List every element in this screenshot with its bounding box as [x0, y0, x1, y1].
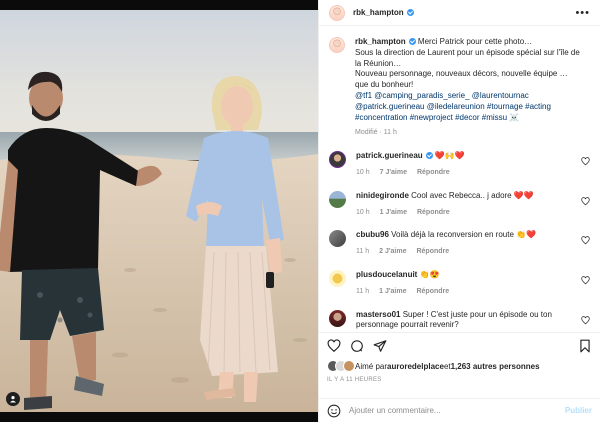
bookmark-icon[interactable] — [578, 339, 592, 353]
caption-meta: Modifié · 11 h — [355, 129, 397, 137]
post-details-panel: rbk_hampton ••• rbk_hampton Merci Patric… — [318, 0, 600, 422]
comment-text: Cool avec Rebecca.. j adore ❤️❤️ — [411, 190, 534, 200]
beach-photo-illustration — [0, 10, 318, 412]
comment-heart-icon[interactable] — [581, 315, 590, 325]
caption-username[interactable]: rbk_hampton — [355, 37, 406, 46]
comment-heart-icon[interactable] — [581, 157, 590, 166]
commenter-avatar[interactable] — [329, 269, 346, 287]
comment-row: masterso01 Super ! C'est juste pour un é… — [329, 309, 590, 332]
comment-heart-icon[interactable] — [581, 197, 590, 206]
commenter-avatar[interactable] — [329, 151, 346, 169]
comment-bubble-icon[interactable] — [350, 339, 364, 353]
comment-text: ❤️🙌❤️ — [434, 151, 465, 161]
likes-and: et — [443, 361, 451, 371]
owner-avatar[interactable] — [329, 4, 345, 21]
comments-feed[interactable]: rbk_hampton Merci Patrick pour cette pho… — [319, 27, 600, 332]
comment-username[interactable]: plusdoucelanuit — [356, 270, 417, 279]
reply-button[interactable]: Répondre — [416, 248, 449, 255]
reply-button[interactable]: Répondre — [417, 209, 450, 216]
comment-text: 👏😍 — [419, 269, 440, 279]
likes-summary: Aimé par auroredelplace et 1,263 autres … — [327, 360, 592, 372]
action-bar — [319, 332, 600, 358]
post-time-ago[interactable]: IL Y A 11 HEURES — [327, 377, 382, 383]
caption-mentions-hashtags[interactable]: @tf1 @camping_paradis_serie_ @laurentour… — [355, 91, 551, 122]
likes-count[interactable]: 1,263 autres personnes — [451, 362, 540, 371]
publish-button[interactable]: Publier — [565, 406, 592, 415]
comment-row: plusdoucelanuit 👏😍 11 h 1 J'aime Répondre — [329, 269, 590, 298]
verified-badge-icon — [408, 38, 416, 45]
post-caption: rbk_hampton Merci Patrick pour cette pho… — [329, 37, 590, 139]
caption-line: Sous la direction de Laurent pour un épi… — [355, 47, 580, 68]
comment-composer: Publier — [319, 398, 600, 422]
likes-prefix: Aimé par — [355, 361, 388, 371]
comment-row: cbubu96 Voilà déjà la reconversion en ro… — [329, 230, 590, 258]
comment-heart-icon[interactable] — [581, 236, 590, 245]
comment-username[interactable]: cbubu96 — [356, 230, 389, 239]
commenter-avatar[interactable] — [329, 309, 346, 327]
verified-badge-icon — [406, 9, 414, 16]
post-header: rbk_hampton ••• — [319, 0, 600, 26]
reply-button[interactable]: Répondre — [417, 169, 450, 176]
comment-username[interactable]: ninidegironde — [356, 191, 409, 200]
comment-likes[interactable]: 1 J'aime — [379, 288, 406, 295]
comment-input[interactable] — [349, 406, 565, 415]
owner-username[interactable]: rbk_hampton — [353, 8, 404, 17]
commenter-avatar[interactable] — [329, 190, 346, 208]
liker-avatars[interactable] — [327, 360, 355, 372]
comment-likes[interactable]: 1 J'aime — [380, 209, 407, 216]
comment-username[interactable]: patrick.guerineau — [356, 151, 423, 160]
commenter-avatar[interactable] — [329, 230, 346, 248]
comment-time[interactable]: 11 h — [356, 288, 369, 295]
smiley-icon[interactable] — [327, 404, 341, 418]
verified-badge-icon — [425, 152, 433, 160]
comment-heart-icon[interactable] — [581, 276, 590, 285]
comment-row: ninidegironde Cool avec Rebecca.. j ador… — [329, 190, 590, 219]
reply-button[interactable]: Répondre — [416, 288, 449, 295]
caption-avatar[interactable] — [329, 37, 345, 53]
user-tag-icon[interactable] — [6, 392, 20, 406]
more-horizontal-icon[interactable]: ••• — [575, 7, 590, 19]
paper-plane-icon[interactable] — [373, 339, 387, 353]
comment-likes[interactable]: 2 J'aime — [379, 248, 406, 255]
comment-text: Voilà déjà la reconversion en route 👏❤️ — [391, 230, 537, 240]
caption-line: Nouveau personnage, nouveaux décors, nou… — [355, 69, 568, 90]
heart-icon[interactable] — [327, 338, 341, 353]
comment-time[interactable]: 11 h — [356, 248, 369, 255]
comment-username[interactable]: masterso01 — [356, 310, 400, 319]
comment-time[interactable]: 10 h — [356, 169, 370, 176]
post-photo[interactable] — [0, 0, 318, 422]
caption-line: Merci Patrick pour cette photo… — [417, 37, 533, 46]
comment-time[interactable]: 10 h — [356, 209, 370, 216]
likes-user[interactable]: auroredelplace — [387, 362, 444, 371]
comment-row: patrick.guerineau ❤️🙌❤️ 10 h 7 J'aime Répon… — [329, 151, 590, 179]
comment-likes[interactable]: 7 J'aime — [380, 169, 407, 176]
